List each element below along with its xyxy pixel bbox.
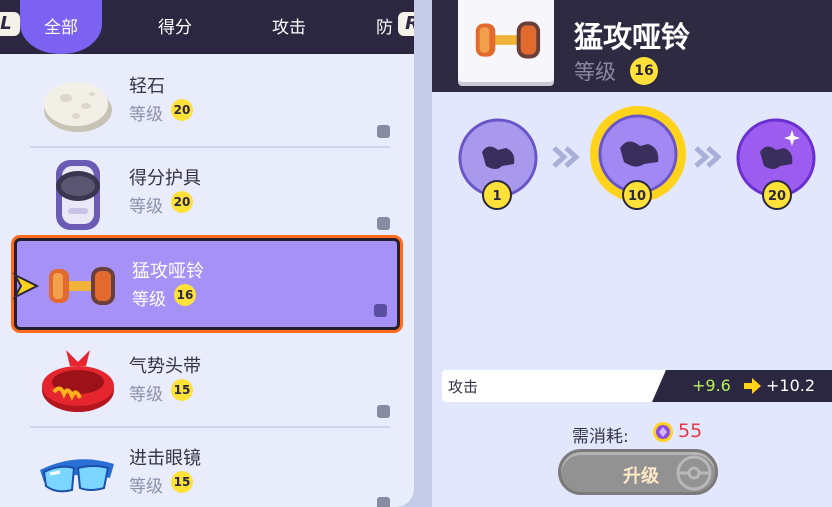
shoulder-button-l[interactable]: L [0, 12, 20, 36]
item-status-dot [377, 405, 390, 418]
list-item-muscle-band[interactable]: 气势头带 等级 15 [14, 336, 400, 428]
chevron-right-icon [694, 146, 722, 168]
item-level-label: 等级 [132, 290, 166, 310]
item-name: 轻石 [129, 76, 165, 97]
item-name: 气势头带 [129, 356, 201, 377]
cost-label: 需消耗: [572, 427, 629, 447]
dumbbell-icon [49, 267, 115, 305]
scoring-armor-icon [56, 160, 100, 230]
list-item-attack-goggles[interactable]: 进击眼镜 等级 15 [14, 428, 400, 507]
tab-score[interactable]: 得分 [130, 0, 220, 54]
tier-20-badge: 20 [762, 180, 792, 210]
item-level-badge: 15 [171, 471, 193, 493]
detail-title: 猛攻哑铃 [574, 20, 691, 54]
tier-10-badge: 10 [622, 180, 652, 210]
item-status-dot [374, 304, 387, 317]
stat-label: 攻击 [448, 378, 479, 396]
item-name: 得分护具 [129, 168, 201, 189]
item-status-dot [377, 125, 390, 138]
item-level-label: 等级 [129, 477, 163, 497]
item-level-label: 等级 [129, 197, 163, 217]
list-item-attack-weight[interactable]: 猛攻哑铃 等级 16 [12, 238, 400, 330]
held-item-list: 轻石 等级 20 得分护具 等级 20 猛攻哑铃 等级 16 气势头带 等级 1… [4, 54, 414, 507]
item-status-dot [377, 497, 390, 507]
chevron-right-icon [552, 146, 580, 168]
rock-icon [44, 82, 112, 132]
item-name: 猛攻哑铃 [132, 261, 204, 282]
item-level-badge: 15 [171, 379, 193, 401]
upgrade-button[interactable]: 升级 [558, 449, 718, 495]
detail-thumbnail [458, 0, 554, 82]
stat-next-value: +10.2 [766, 376, 816, 395]
dumbbell-icon [475, 21, 541, 59]
arrow-right-icon [744, 378, 761, 394]
detail-level-label: 等级 [574, 60, 616, 84]
category-tab-bar: L 全部 得分 攻击 防 R [0, 0, 414, 54]
item-status-dot [377, 217, 390, 230]
list-item-light-rock[interactable]: 轻石 等级 20 [14, 56, 400, 148]
item-detail-panel: 猛攻哑铃 等级 16 1 10 20 攻击 +9.6 +10.2 需消耗: 55… [432, 0, 832, 507]
item-level-label: 等级 [129, 385, 163, 405]
item-list-panel: L 全部 得分 攻击 防 R 轻石 等级 20 [0, 0, 414, 507]
cost-value: 55 [678, 420, 703, 442]
tier-1-badge: 1 [482, 180, 512, 210]
shoulder-button-r[interactable]: R [398, 12, 414, 36]
item-level-badge: 16 [174, 284, 196, 306]
tab-defense[interactable]: 防 [376, 0, 396, 54]
tab-attack[interactable]: 攻击 [244, 0, 334, 54]
detail-header: 猛攻哑铃 等级 16 [432, 0, 832, 92]
pokeball-icon [676, 455, 712, 491]
goggles-icon [40, 459, 114, 493]
item-name: 进击眼镜 [129, 448, 201, 469]
selection-arrow-icon [12, 272, 40, 300]
stat-current-value: +9.6 [692, 376, 731, 395]
item-level-badge: 20 [171, 99, 193, 121]
list-item-scoring-armor[interactable]: 得分护具 等级 20 [14, 148, 400, 240]
headband-icon [42, 350, 114, 412]
item-level-badge: 20 [171, 191, 193, 213]
item-level-label: 等级 [129, 105, 163, 125]
stat-row: 攻击 +9.6 +10.2 [442, 370, 832, 402]
item-enhancer-icon [653, 422, 673, 442]
tab-all[interactable]: 全部 [20, 0, 102, 54]
detail-level-badge: 16 [630, 57, 658, 85]
